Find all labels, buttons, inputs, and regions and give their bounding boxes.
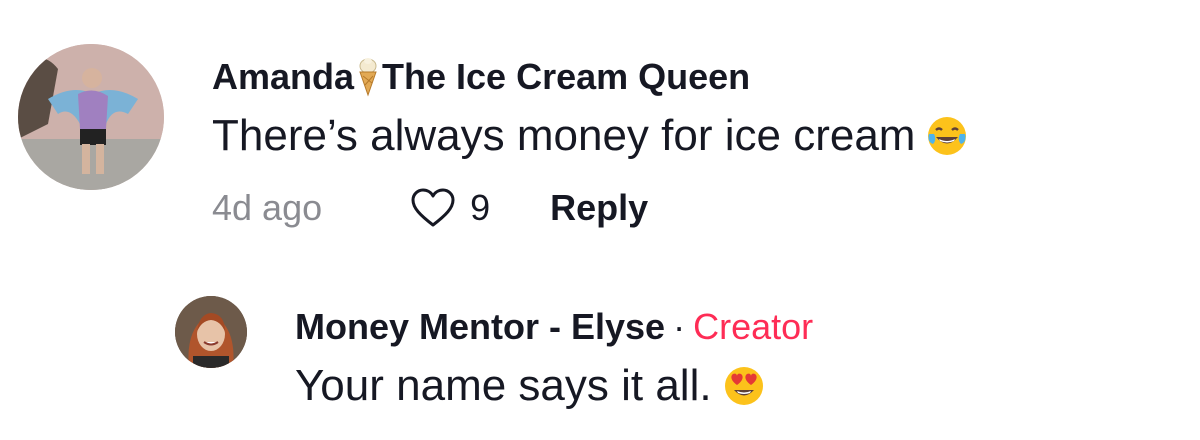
reply-body: Money Mentor - Elyse · Creator Your name… <box>295 306 813 414</box>
ice-cream-cone-icon <box>359 58 377 97</box>
like-count: 9 <box>470 187 491 228</box>
laughing-tears-emoji-icon <box>928 117 967 155</box>
comment-text-content: There’s always money for ice cream <box>212 111 916 160</box>
username-part-2[interactable]: The Ice Cream Queen <box>382 56 750 98</box>
reply-username-row: Money Mentor - Elyse · Creator <box>295 306 813 348</box>
comment-timestamp: 4d ago <box>212 187 323 228</box>
avatar[interactable] <box>18 44 164 190</box>
comment-text: There’s always money for ice cream <box>212 108 969 164</box>
comment-meta: 4d ago 9 Reply <box>212 186 969 230</box>
reply-text: Your name says it all. <box>295 358 813 414</box>
heart-icon[interactable] <box>410 187 456 229</box>
username-part-1[interactable]: Amanda <box>212 56 354 98</box>
creator-avatar[interactable] <box>175 296 247 368</box>
like-button[interactable]: 9 <box>410 186 490 230</box>
comment-username[interactable]: Amanda The Ice Cream Queen <box>212 56 969 98</box>
reply-text-content: Your name says it all. <box>295 361 712 410</box>
avatar-photo <box>175 296 247 368</box>
avatar-photo <box>18 44 164 190</box>
username-separator: · <box>673 306 686 347</box>
reply-button[interactable]: Reply <box>550 186 648 230</box>
reply-item: Money Mentor - Elyse · Creator Your name… <box>175 296 813 414</box>
comment-body: Amanda The Ice Cream Queen There’s alway… <box>212 56 969 230</box>
heart-eyes-emoji-icon <box>724 367 763 405</box>
comment-item: Amanda The Ice Cream Queen There’s alway… <box>18 44 969 230</box>
creator-badge: Creator <box>693 306 814 347</box>
creator-username[interactable]: Money Mentor - Elyse <box>295 306 665 348</box>
